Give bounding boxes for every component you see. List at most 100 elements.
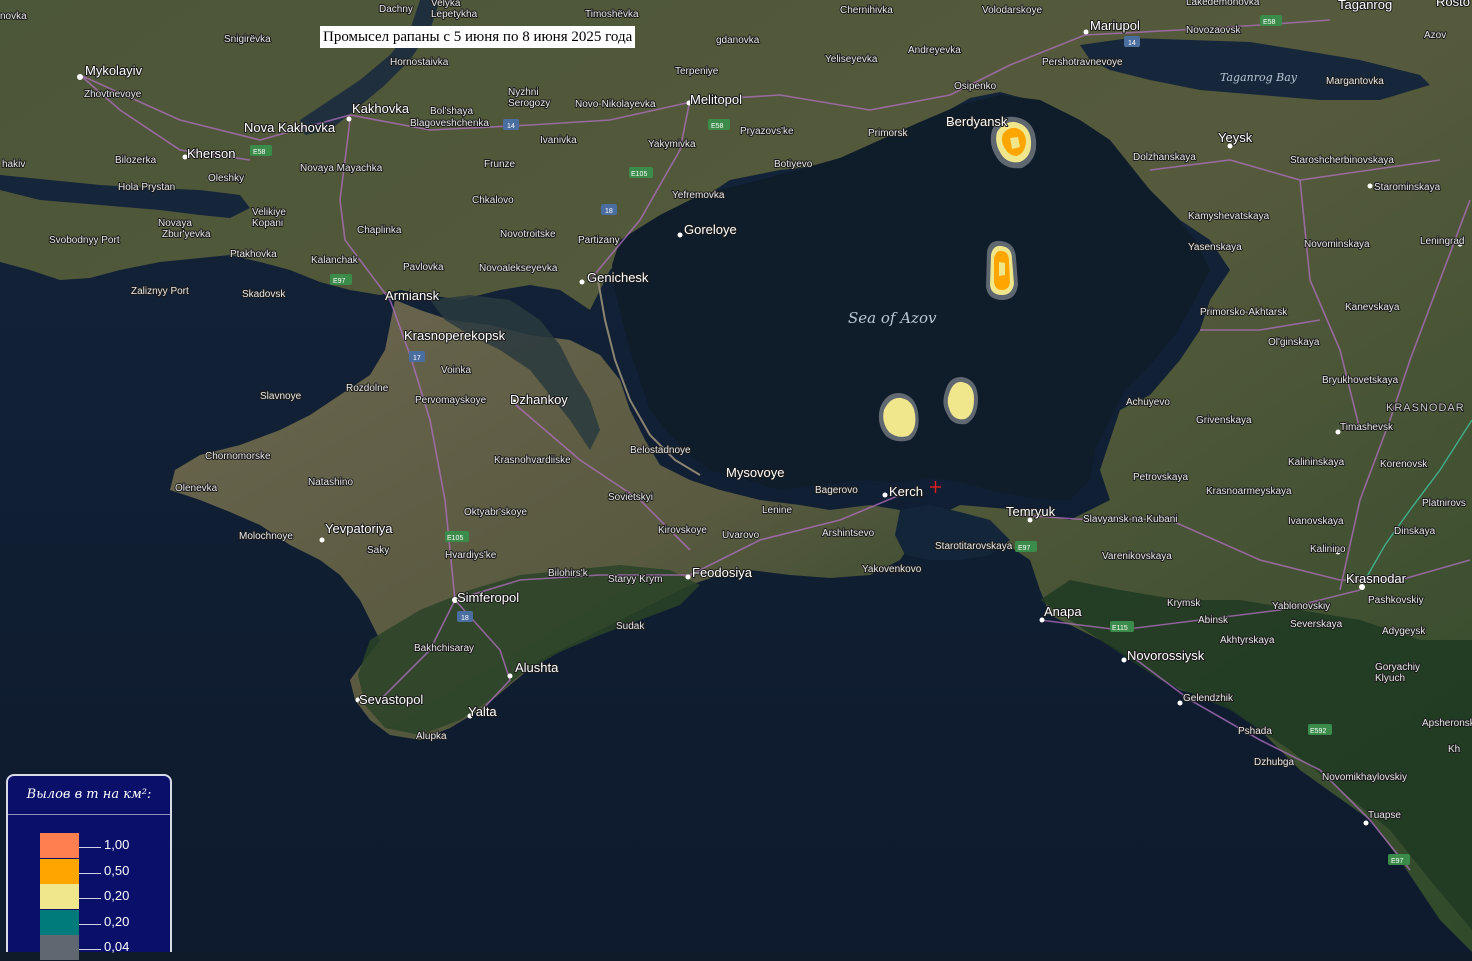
svg-text:Kh: Kh xyxy=(1448,744,1460,755)
legend-tick xyxy=(79,923,101,925)
svg-text:Alupka: Alupka xyxy=(416,731,447,742)
svg-text:Grivenskaya: Grivenskaya xyxy=(1196,415,1252,426)
svg-text:17: 17 xyxy=(413,355,421,362)
svg-text:Bol'shaya: Bol'shaya xyxy=(430,106,473,117)
svg-text:Pshada: Pshada xyxy=(1238,726,1272,737)
svg-text:Bryukhovetskaya: Bryukhovetskaya xyxy=(1322,375,1399,386)
svg-text:Kerch: Kerch xyxy=(889,484,923,499)
svg-text:Ivanivka: Ivanivka xyxy=(540,135,577,146)
svg-text:Osipenko: Osipenko xyxy=(954,81,997,92)
svg-text:Yeysk: Yeysk xyxy=(1218,130,1253,145)
svg-text:Timashevsk: Timashevsk xyxy=(1340,422,1394,433)
svg-text:Achuyevo: Achuyevo xyxy=(1126,397,1170,408)
svg-text:Kakhovka: Kakhovka xyxy=(352,101,410,116)
svg-text:Primorsko-Akhtarsk: Primorsko-Akhtarsk xyxy=(1200,307,1288,318)
svg-text:Krasnohvardiiske: Krasnohvardiiske xyxy=(494,455,571,466)
svg-text:Mariupol: Mariupol xyxy=(1090,18,1140,33)
svg-text:Botiyevo: Botiyevo xyxy=(774,159,813,170)
svg-text:Adygeysk: Adygeysk xyxy=(1382,626,1426,637)
legend-rows: 1,00 0,50 0,20 0,20 0,04 xyxy=(8,815,170,961)
svg-text:Frunze: Frunze xyxy=(484,159,516,170)
legend-swatch xyxy=(40,935,79,960)
svg-text:E105: E105 xyxy=(631,171,647,178)
svg-text:Staroshcherbinovskaya: Staroshcherbinovskaya xyxy=(1290,155,1394,166)
svg-text:Pashkovskiy: Pashkovskiy xyxy=(1368,595,1424,606)
legend-item: 0,20 xyxy=(8,909,170,936)
svg-text:14: 14 xyxy=(507,123,515,130)
svg-text:Chkalovo: Chkalovo xyxy=(472,195,514,206)
svg-text:Yevpatoriya: Yevpatoriya xyxy=(325,521,393,536)
svg-text:Azov: Azov xyxy=(1424,30,1446,41)
svg-text:Kamyshevatskaya: Kamyshevatskaya xyxy=(1188,211,1270,222)
svg-text:Staryy Krym: Staryy Krym xyxy=(608,574,662,585)
svg-text:Apsheronsk: Apsheronsk xyxy=(1422,718,1472,729)
svg-text:Lenine: Lenine xyxy=(762,505,792,516)
svg-text:E58: E58 xyxy=(1263,19,1276,26)
svg-text:Kalanchak: Kalanchak xyxy=(311,255,359,266)
svg-text:Hola Prystan: Hola Prystan xyxy=(118,182,175,193)
legend-tick xyxy=(79,949,101,950)
svg-text:Kirovskoye: Kirovskoye xyxy=(658,525,707,536)
svg-text:Volodarskoye: Volodarskoye xyxy=(982,5,1042,16)
svg-text:Yasenskaya: Yasenskaya xyxy=(1188,242,1242,253)
svg-text:Simferopol: Simferopol xyxy=(457,590,519,605)
svg-text:Hvardiys'ke: Hvardiys'ke xyxy=(445,550,497,561)
svg-text:Anapa: Anapa xyxy=(1044,604,1082,619)
svg-text:Chornomorske: Chornomorske xyxy=(205,451,271,462)
svg-text:Yalta: Yalta xyxy=(468,704,497,719)
svg-text:Pryazovs'ke: Pryazovs'ke xyxy=(740,126,794,137)
svg-text:14: 14 xyxy=(1128,40,1136,47)
legend-swatch xyxy=(40,833,79,858)
svg-text:Voinka: Voinka xyxy=(441,365,471,376)
svg-text:Krasnoperekopsk: Krasnoperekopsk xyxy=(404,328,506,343)
svg-text:Novomikhaylovskiy: Novomikhaylovskiy xyxy=(1322,772,1407,783)
svg-text:Slavyansk-na-Kubani: Slavyansk-na-Kubani xyxy=(1083,514,1178,525)
svg-text:E105: E105 xyxy=(447,535,463,542)
catch-zone-central xyxy=(986,240,1018,300)
svg-text:Severskaya: Severskaya xyxy=(1290,619,1343,630)
svg-text:Zhovtnevoye: Zhovtnevoye xyxy=(84,89,142,100)
svg-text:Kherson: Kherson xyxy=(187,146,235,161)
svg-text:Krymsk: Krymsk xyxy=(1167,598,1201,609)
svg-text:Rosto: Rosto xyxy=(1436,0,1470,9)
svg-text:Melitopol: Melitopol xyxy=(690,92,742,107)
svg-text:Yakovenkovo: Yakovenkovo xyxy=(862,564,922,575)
svg-text:Alushta: Alushta xyxy=(515,660,559,675)
svg-text:Nova Kakhovka: Nova Kakhovka xyxy=(244,120,336,135)
svg-text:Sovietskyi: Sovietskyi xyxy=(608,492,653,503)
legend-value: 0,50 xyxy=(104,862,130,878)
svg-text:Petrovskaya: Petrovskaya xyxy=(1133,472,1188,483)
legend-title: Вылов в т на км²: xyxy=(8,776,170,815)
svg-text:Serogozy: Serogozy xyxy=(508,98,550,109)
svg-text:Kanevskaya: Kanevskaya xyxy=(1345,302,1400,313)
svg-text:Gelendzhik: Gelendzhik xyxy=(1183,693,1234,704)
svg-text:Skadovsk: Skadovsk xyxy=(242,289,286,300)
svg-text:Yakymivka: Yakymivka xyxy=(648,139,696,150)
svg-text:Abinsk: Abinsk xyxy=(1198,615,1229,626)
svg-text:Zaliznyy Port: Zaliznyy Port xyxy=(131,286,189,297)
svg-text:E115: E115 xyxy=(1112,625,1128,632)
svg-text:Snigirëvka: Snigirëvka xyxy=(224,34,271,45)
svg-text:VelikiyeKopani: Velikiye Kopani xyxy=(252,207,286,229)
svg-text:Novorossiysk: Novorossiysk xyxy=(1127,648,1205,663)
svg-text:KRASNODAR: KRASNODAR xyxy=(1386,402,1465,414)
sea-of-azov-label: Sea of Azov xyxy=(848,309,937,327)
svg-text:Akhtyrskaya: Akhtyrskaya xyxy=(1220,635,1275,646)
svg-text:Andreyevka: Andreyevka xyxy=(908,45,961,56)
svg-text:Hornostaivka: Hornostaivka xyxy=(390,57,449,68)
svg-text:Sudak: Sudak xyxy=(616,621,645,632)
svg-text:Ivanovskaya: Ivanovskaya xyxy=(1288,516,1344,527)
svg-text:Natashino: Natashino xyxy=(308,477,353,488)
svg-text:Saky: Saky xyxy=(367,545,389,556)
svg-text:Mysovoye: Mysovoye xyxy=(726,465,785,480)
svg-text:Berdyansk: Berdyansk xyxy=(946,114,1008,129)
svg-text:Krasnodar: Krasnodar xyxy=(1346,571,1407,586)
svg-text:Goreloye: Goreloye xyxy=(684,222,737,237)
satellite-map[interactable]: Sea of Azov Taganrog Bay E58 14 14 E58 E… xyxy=(0,0,1472,952)
svg-text:Pavlovka: Pavlovka xyxy=(403,262,444,273)
svg-text:Mykolayiv: Mykolayiv xyxy=(85,63,143,78)
svg-text:Novaya Mayachka: Novaya Mayachka xyxy=(300,163,383,174)
svg-text:Zbur'yevka: Zbur'yevka xyxy=(162,229,211,240)
svg-text:Sevastopol: Sevastopol xyxy=(359,692,423,707)
svg-text:Novoalekseyevka: Novoalekseyevka xyxy=(479,263,558,274)
